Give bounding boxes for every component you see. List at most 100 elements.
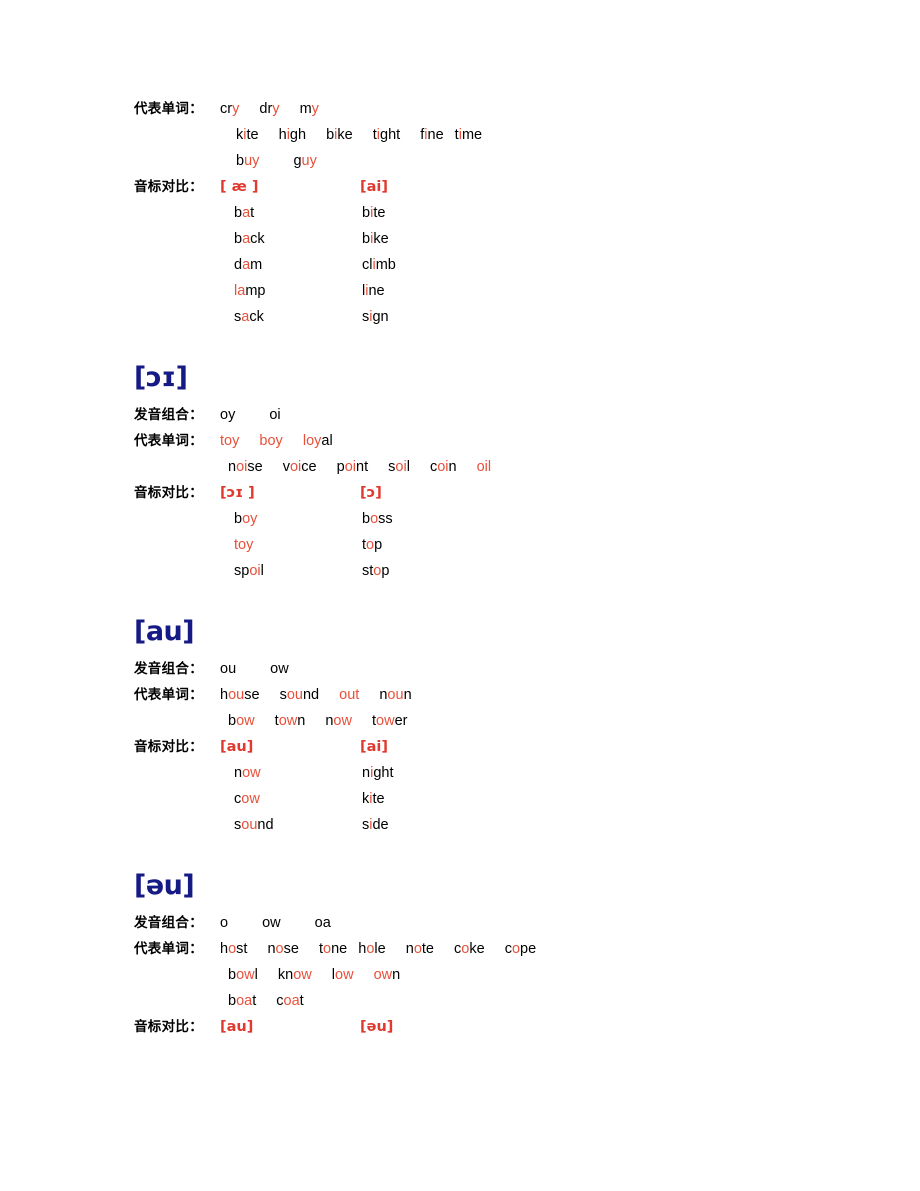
combination-row: 发音组合： o ow oa [134,910,794,936]
word-part-plain: p [374,537,383,553]
word-part-plain: nd [302,687,320,703]
word-part-plain: te [246,127,259,143]
word-part-highlight: o [413,941,422,957]
contrast-word-right: boss [360,506,393,532]
word-part-highlight: ow [333,713,352,729]
word-cope: cope [505,936,536,962]
contrast-body: bat bite back bike dam climb lamp line s… [134,200,794,330]
contrast-header: [ɔɪ ] [ɔ] [220,480,382,506]
word-part-highlight: oa [236,993,253,1009]
word-part-plain: n [392,967,401,983]
contrast-ipa-left: [ɔɪ ] [220,485,255,501]
word-part-plain: t [252,993,257,1009]
word-part-highlight: oi [395,459,407,475]
word-part-highlight: ow [373,967,393,983]
word-part-highlight: ou [387,687,404,703]
word-part-plain: n [234,765,243,781]
contrast-header: [au] [ai] [220,734,388,760]
combination-item: oy [220,407,236,423]
word-part-plain: cr [220,101,233,117]
word-part-highlight: oi [236,459,248,475]
word-part-plain: d [234,257,243,273]
word-voice: voice [283,454,317,480]
word-part-plain: kn [277,967,294,983]
word-toy: toy [220,428,239,454]
word-nose: nose [267,936,298,962]
word-part-plain: t [299,993,304,1009]
combination-item: ow [262,915,281,931]
word-town: town [275,708,306,734]
word-part-plain: l [260,563,264,579]
word-cry: cry [220,96,239,122]
contrast-word-left: spoil [220,558,360,584]
word-part-highlight: ow [278,713,298,729]
contrast-word-left: now [220,760,360,786]
section-eu: [əu] 发音组合： o ow oa 代表单词： host nose tone ho… [134,872,794,1040]
word-part-plain: n [403,687,412,703]
word-list-line-1: host nose tone hole note coke cope [220,936,536,962]
word-list-line-2: bowl know low own [220,962,400,988]
word-part-plain: l [406,459,410,475]
phonetic-contrast-row: 音标对比： [au] [əu] [134,1014,794,1040]
word-part-plain: t [250,205,255,221]
word-part-plain: te [421,941,434,957]
contrast-row: boy boss [220,506,794,532]
word-noise: noise [228,454,263,480]
example-words-row-cont: kite high bike tight fine time [134,122,794,148]
word-part-plain: ne [331,941,348,957]
heading-wrap-au: [au] [134,618,794,645]
contrast-ipa-right: [ai] [360,739,389,755]
combination-row: 发音组合： ou ow [134,656,794,682]
word-part-highlight: o [511,941,521,957]
word-tone: tone [319,936,347,962]
word-part-highlight: ow [376,713,395,729]
word-part-plain: se [244,687,260,703]
contrast-row: dam climb [220,252,794,278]
word-list-line-3: buy guy [220,148,317,174]
word-house: house [220,682,260,708]
word-part-plain: b [362,231,371,247]
word-own: own [374,962,401,988]
combination-item: o [220,915,229,931]
word-list-line-3: boat coat [220,988,304,1014]
contrast-word-right: bite [360,200,385,226]
word-loyal: loyal [303,428,333,454]
word-part-plain: n [228,459,237,475]
word-part-highlight: oi [344,459,357,475]
contrast-word-right: line [360,278,385,304]
word-soil: soil [388,454,410,480]
word-part-highlight: uy [244,153,260,169]
word-part-plain: v [282,459,290,475]
word-bowl: bowl [228,962,258,988]
word-part-highlight: oy [267,433,283,449]
word-tower: tower [372,708,407,734]
word-buy: buy [236,148,259,174]
label-combination: 发音组合： [134,915,203,931]
contrast-ipa-left: [ æ ] [220,179,259,195]
contrast-row: sound side [220,812,794,838]
contrast-word-right: side [360,812,389,838]
word-part-highlight: o [275,941,284,957]
label-phonetic-contrast: 音标对比： [134,1019,203,1035]
word-oil: oil [477,454,492,480]
contrast-word-right: stop [360,558,389,584]
word-part-plain: gh [289,127,307,143]
contrast-word-right: kite [360,786,385,812]
example-words-row-cont2: boat coat [134,988,794,1014]
word-part-highlight: a [242,231,251,247]
contrast-word-left: boy [220,506,360,532]
word-part-highlight: oi [249,563,261,579]
word-part-plain: p [381,563,390,579]
example-words-row: 代表单词： host nose tone hole note coke cope [134,936,794,962]
word-part-plain: b [228,713,237,729]
combination-item: ou [220,661,237,677]
word-part-plain: n [448,459,457,475]
word-part-plain: sp [234,563,250,579]
word-part-plain: me [461,127,483,143]
word-part-highlight: ow [293,967,312,983]
combination-list: oy oi [220,402,315,428]
word-guy: guy [293,148,316,174]
combination-row: 发音组合： oy oi [134,402,794,428]
word-part-highlight: oy [306,433,322,449]
label-combination: 发音组合： [134,407,203,423]
